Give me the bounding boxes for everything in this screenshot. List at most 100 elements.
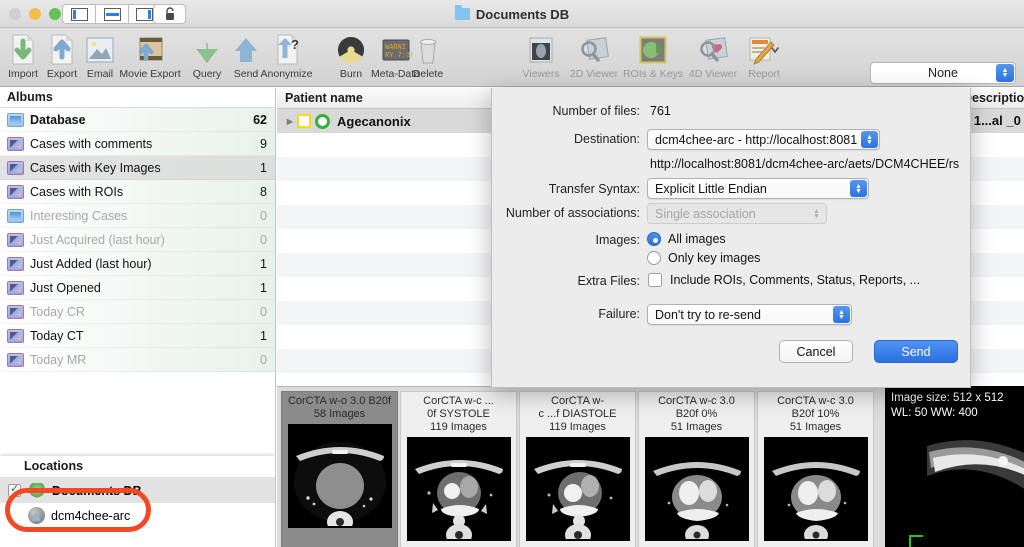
preview-window-level: WL: 50 WW: 400 (891, 407, 978, 419)
lock-button[interactable] (153, 4, 186, 24)
sidebar-item-label: Today CT (30, 328, 84, 343)
stepper-icon[interactable]: ▲ ▼ (996, 64, 1014, 82)
toolbar-button-export[interactable]: Export (40, 31, 84, 80)
preview-image-size: Image size: 512 x 512 (891, 392, 1004, 404)
series-thumbnail-count: 51 Images (670, 421, 723, 433)
destination-select[interactable]: dcm4chee-arc - http://localhost:8081 ▲ ▼ (647, 129, 880, 150)
series-thumbnail-count: 119 Images (430, 421, 487, 433)
toolbar-button-rois-keys[interactable]: ROIs & Keys (622, 31, 684, 80)
sidebar-item-label: Today MR (30, 352, 87, 367)
panel-toggle-segmented-control[interactable] (62, 4, 161, 24)
toolbar-button-viewers[interactable]: Viewers (516, 31, 566, 80)
ct-slice-image (287, 430, 392, 527)
sidebar-item-today-ct[interactable]: Today CT 1 (0, 324, 275, 348)
radio-label-all-images: All images (668, 232, 726, 246)
zoom-button[interactable] (49, 8, 61, 20)
toolbar-label-query: Query (192, 68, 222, 80)
description-cell-empty (962, 181, 1024, 205)
sidebar-item-just-added[interactable]: Just Added (last hour) 1 (0, 252, 275, 276)
sidebar-item-just-acquired[interactable]: Just Acquired (last hour) 0 (0, 228, 275, 252)
close-button[interactable] (9, 8, 21, 20)
sidebar-item-today-mr[interactable]: Today MR 0 (0, 348, 275, 372)
location-item-label: dcm4chee-arc (51, 508, 131, 523)
description-cell-empty (962, 277, 1024, 301)
sidebar-item-label: Cases with comments (30, 136, 153, 151)
toolbar-label-2d-viewer: 2D Viewer (569, 68, 619, 80)
disclosure-triangle-icon[interactable]: ▶ (283, 117, 297, 126)
cancel-button[interactable]: Cancel (779, 340, 853, 363)
orientation-marker-icon (909, 535, 923, 547)
series-thumbnail[interactable]: CorCTA w-o 3.0 B20f 58 Images (281, 391, 398, 547)
anonymize-icon: ? (272, 31, 302, 65)
series-thumbnail[interactable]: CorCTA w-c 3.0 B20f 10% 51 Images (757, 391, 874, 547)
toolbar-button-report[interactable]: Report (740, 31, 788, 80)
sidebar-item-just-opened[interactable]: Just Opened 1 (0, 276, 275, 300)
checkbox-icon (648, 273, 662, 287)
location-item-documents-db[interactable]: Documents DB (0, 478, 275, 503)
chevron-down-icon: ▼ (1001, 72, 1009, 79)
toolbar-button-anonymize[interactable]: ? Anonymize (255, 31, 318, 80)
toolbar-button-movie-export[interactable]: Movie Export (113, 31, 187, 80)
checkbox-include-extra-files[interactable]: Include ROIs, Comments, Status, Reports,… (648, 273, 920, 287)
series-thumbnail[interactable]: CorCTA w- c ...f DIASTOLE 119 Images (519, 391, 636, 547)
sidebar-item-cases-with-key-images[interactable]: Cases with Key Images 1 (0, 156, 275, 180)
export-icon (47, 31, 77, 65)
transfer-syntax-select[interactable]: Explicit Little Endian ▲ ▼ (647, 178, 869, 199)
column-header-description[interactable]: Description (962, 88, 1024, 109)
stepper-icon: ▲ ▼ (808, 205, 825, 222)
toolbar-button-query[interactable]: Query (186, 31, 228, 80)
series-thumbnail-image (406, 437, 511, 541)
checkbox-icon[interactable] (8, 482, 21, 497)
window-title: Documents DB (475, 6, 570, 22)
stepper-icon[interactable]: ▲ ▼ (833, 306, 850, 323)
send-button[interactable]: Send (874, 340, 958, 363)
toolbar-button-4d-viewer[interactable]: 4D Viewer (684, 31, 742, 80)
toolbar-button-delete[interactable]: Delete (407, 31, 449, 80)
local-db-icon (28, 482, 46, 499)
album-icon (7, 184, 24, 199)
sidebar-item-interesting-cases[interactable]: Interesting Cases 0 (0, 204, 275, 228)
database-icon (7, 208, 24, 223)
sidebar-item-label: Today CR (30, 304, 85, 319)
column-header-patient-name[interactable]: Patient name (277, 91, 363, 105)
time-interval-select[interactable]: None ▲ ▼ (870, 62, 1016, 84)
radio-all-images[interactable]: All images (647, 232, 726, 246)
description-cell-empty (962, 325, 1024, 349)
burn-icon (336, 31, 366, 65)
toolbar-button-import[interactable]: Import (2, 31, 44, 80)
sidebar-item-count: 1 (260, 256, 267, 271)
image-preview-panel[interactable]: Image size: 512 x 512 WL: 50 WW: 400 (885, 386, 1024, 547)
number-of-associations-value: Single association (655, 206, 756, 221)
toggle-left-panel-button[interactable] (62, 4, 95, 24)
minimize-button[interactable] (29, 8, 41, 20)
stepper-icon[interactable]: ▲ ▼ (850, 180, 867, 197)
chevron-down-icon: ▼ (866, 138, 873, 146)
label-transfer-syntax: Transfer Syntax: (548, 182, 640, 196)
toggle-bottom-panel-button[interactable] (95, 4, 128, 24)
sidebar-item-database[interactable]: Database 62 (0, 108, 275, 132)
value-number-of-files: 761 (650, 104, 671, 118)
description-cell-empty (962, 253, 1024, 277)
sidebar-item-cases-with-rois[interactable]: Cases with ROIs 8 (0, 180, 275, 204)
ct-slice-image (525, 443, 630, 540)
series-thumbnail-title: CorCTA w-c 3.0 B20f 10% (777, 395, 854, 420)
sidebar-item-today-cr[interactable]: Today CR 0 (0, 300, 275, 324)
email-icon (84, 31, 116, 65)
series-thumbnail[interactable]: CorCTA w-c ... 0f SYSTOLE 119 Images (400, 391, 517, 547)
radio-only-key-images[interactable]: Only key images (647, 251, 760, 265)
album-icon (7, 160, 24, 175)
title-bar: Documents DB (0, 0, 1024, 28)
series-thumbnail-title: CorCTA w- c ...f DIASTOLE (538, 395, 617, 420)
lock-icon (165, 7, 174, 20)
number-of-associations-select: Single association ▲ ▼ (647, 203, 827, 224)
toolbar-label-viewers: Viewers (522, 68, 560, 80)
stepper-icon[interactable]: ▲ ▼ (861, 131, 878, 148)
series-thumbnail[interactable]: CorCTA w-c 3.0 B20f 0% 51 Images (638, 391, 755, 547)
location-item-dcm4chee-arc[interactable]: dcm4chee-arc (0, 503, 275, 528)
patient-name-cell: Agecanonix (337, 113, 411, 129)
failure-select[interactable]: Don't try to re-send ▲ ▼ (647, 304, 852, 325)
sidebar-item-label: Database (30, 112, 86, 127)
svg-text:?: ? (291, 37, 299, 52)
sidebar-item-cases-with-comments[interactable]: Cases with comments 9 (0, 132, 275, 156)
toolbar-button-2d-viewer[interactable]: 2D Viewer (565, 31, 623, 80)
